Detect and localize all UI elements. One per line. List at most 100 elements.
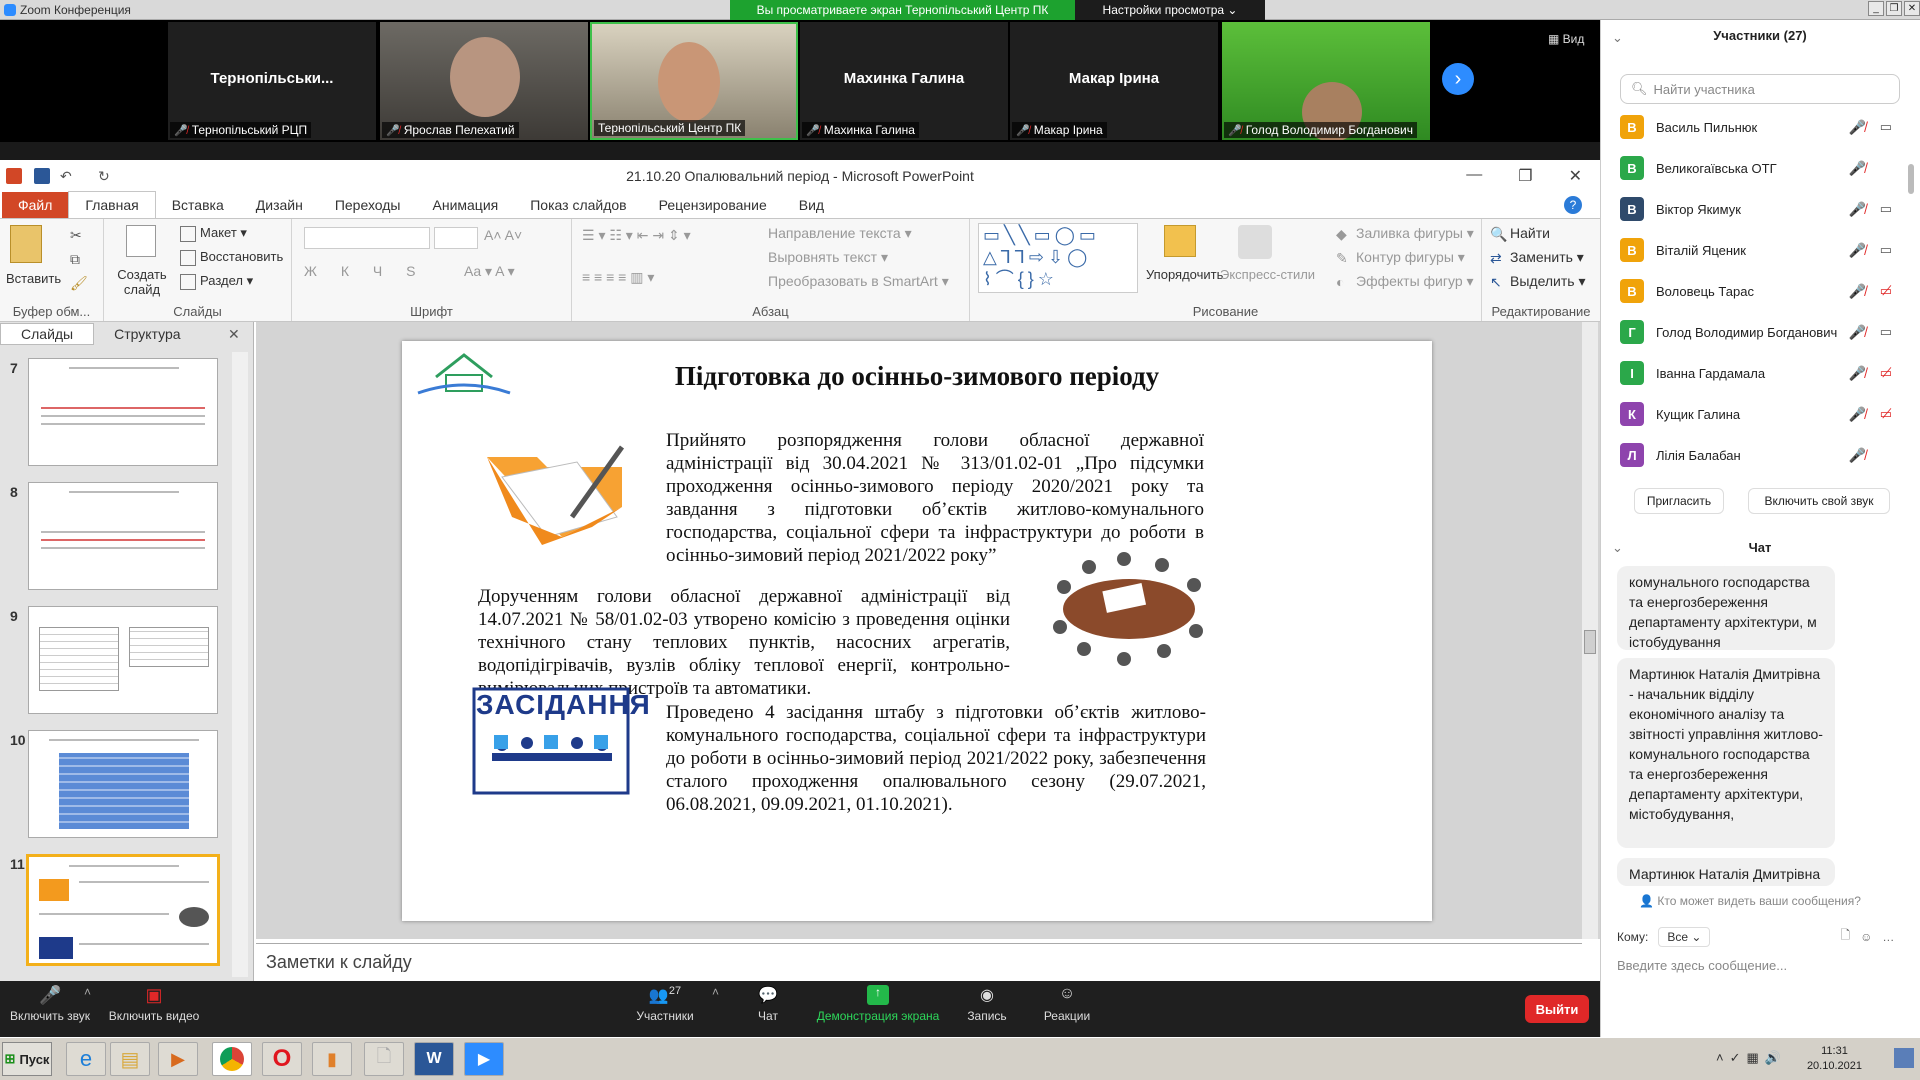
slide-thumbnail[interactable] — [28, 730, 218, 838]
participant-row[interactable]: Г Голод Володимир Богданович 🎤̸ ▭ — [1600, 312, 1918, 352]
word-icon[interactable]: W — [414, 1042, 454, 1076]
grow-font-icon[interactable]: A˄ A˅ — [484, 227, 522, 243]
tab-transitions[interactable]: Переходы — [319, 192, 417, 218]
restore-button[interactable]: ❐ — [1886, 1, 1902, 16]
font-style-buttons[interactable]: Ж К Ч S — [304, 263, 425, 279]
ie-icon[interactable]: e — [66, 1042, 106, 1076]
participant-row[interactable]: К Кущик Галина 🎤̸ ▭̸ — [1600, 394, 1918, 434]
shapes-gallery[interactable]: ▭╲╲▭◯▭ △⅂⅂⇨⇩◯ ⌇⌒{}☆ — [978, 223, 1138, 293]
unmute-me-button[interactable]: Включить свой звук — [1748, 488, 1890, 514]
opera-icon[interactable]: O — [262, 1042, 302, 1076]
more-icon[interactable]: … — [1882, 930, 1894, 944]
reset-button[interactable]: Восстановить — [180, 249, 283, 266]
show-desktop-icon[interactable] — [1894, 1048, 1914, 1068]
participants-chevron-icon[interactable]: ˄ — [712, 985, 719, 999]
layout-button[interactable]: Макет ▾ — [180, 225, 247, 242]
participant-row[interactable]: В Василь Пильнюк 🎤̸ ▭ — [1600, 107, 1918, 147]
video-tile[interactable]: 🎤̸ Голод Володимир Богданович — [1222, 22, 1430, 140]
help-icon[interactable]: ? — [1564, 196, 1582, 214]
cut-icon[interactable]: ✂ — [70, 227, 82, 244]
system-clock[interactable]: 11:31 20.10.2021 — [1807, 1044, 1862, 1074]
media-player-icon[interactable]: ▶ — [158, 1042, 198, 1076]
chat-message[interactable]: Мартинюк Наталія Дмитрівна — [1617, 858, 1835, 886]
slide-thumbnail[interactable] — [28, 606, 218, 714]
paste-button[interactable]: Вставить — [6, 271, 61, 286]
video-tile[interactable]: 🎤̸ Ярослав Пелехатий — [380, 22, 588, 140]
participant-row[interactable]: В Воловець Тарас 🎤̸ ▭̸ — [1600, 271, 1918, 311]
tab-outline[interactable]: Структура — [94, 324, 200, 344]
message-visibility-link[interactable]: 👤 Кто может видеть ваши сообщения? — [1600, 894, 1900, 908]
reactions-button[interactable]: ☺ Реакции — [1040, 985, 1094, 1023]
participants-button[interactable]: 👥27 Участники — [632, 985, 698, 1023]
tab-file[interactable]: Файл — [2, 192, 69, 218]
share-screen-button[interactable]: ↑ Демонстрация экрана — [816, 985, 940, 1023]
tab-slideshow[interactable]: Показ слайдов — [514, 192, 642, 218]
document-icon[interactable]: 🗋 — [364, 1042, 404, 1076]
app-icon[interactable]: ▮ — [312, 1042, 352, 1076]
close-panel-icon[interactable]: ✕ — [228, 326, 240, 343]
ppt-restore-button[interactable]: ❐ — [1518, 166, 1532, 186]
view-settings-menu[interactable]: Настройки просмотра ⌄ — [1075, 0, 1265, 20]
participant-row[interactable]: І Іванна Гардамала 🎤̸ ▭̸ — [1600, 353, 1918, 393]
slide-notes[interactable]: Заметки к слайду — [256, 943, 1582, 981]
minimize-button[interactable]: _ — [1868, 1, 1884, 16]
ppt-minimize-button[interactable]: — — [1466, 166, 1482, 186]
tab-slides[interactable]: Слайды — [0, 323, 95, 345]
thumbnails-scrollbar[interactable] — [232, 352, 248, 977]
new-slide-button[interactable]: Создать слайд — [114, 267, 170, 297]
participant-row[interactable]: Л Лілія Балабан 🎤̸ — [1600, 435, 1918, 475]
quick-styles-button[interactable]: Экспресс-стили — [1220, 267, 1315, 282]
explorer-icon[interactable]: ▤ — [110, 1042, 150, 1076]
slide-thumbnail-selected[interactable] — [26, 854, 220, 966]
participant-row[interactable]: В Великогаївська ОТГ 🎤̸ — [1600, 148, 1918, 188]
chrome-icon[interactable] — [212, 1042, 252, 1076]
view-button[interactable]: ▦ Вид — [1548, 32, 1584, 46]
collapse-chevron-icon[interactable]: ⌄ — [1612, 540, 1623, 556]
participant-row[interactable]: В Віталій Яценик 🎤̸ ▭ — [1600, 230, 1918, 270]
bullets-icon[interactable]: ☰ ▾ ☷ ▾ ⇤ ⇥ ⇕ ▾ — [582, 227, 691, 244]
font-family-select[interactable] — [304, 227, 430, 249]
align-icons[interactable]: ≡ ≡ ≡ ≡ ▥ ▾ — [582, 269, 654, 286]
chat-button[interactable]: 💬 Чат — [748, 985, 788, 1023]
font-size-select[interactable] — [434, 227, 478, 249]
slide-canvas[interactable]: Підготовка до осінньо-зимового періоду П… — [402, 341, 1432, 921]
tab-design[interactable]: Дизайн — [240, 192, 319, 218]
tab-animations[interactable]: Анимация — [417, 192, 515, 218]
zoom-icon[interactable]: ▶ — [464, 1042, 504, 1076]
slide-thumbnail[interactable] — [28, 482, 218, 590]
record-button[interactable]: ◉ Запись — [964, 985, 1010, 1023]
unmute-button[interactable]: 🎤 Включить звук — [8, 985, 92, 1023]
audio-options-chevron-icon[interactable]: ˄ — [84, 985, 91, 999]
copy-icon[interactable]: ⧉ — [70, 251, 80, 268]
find-button[interactable]: 🔍 Найти — [1490, 225, 1550, 242]
section-button[interactable]: Раздел ▾ — [180, 273, 253, 290]
next-page-arrow-icon[interactable]: › — [1442, 63, 1474, 95]
arrange-button[interactable]: Упорядочить — [1146, 267, 1223, 282]
video-tile[interactable]: Махинка Галина 🎤̸ Махинка Галина — [800, 22, 1008, 140]
format-painter-icon[interactable]: 🖌 — [70, 275, 88, 292]
chat-message[interactable]: Мартинюк Наталія Дмитрівна - начальник в… — [1617, 658, 1835, 848]
start-button[interactable]: ⊞ Пуск — [2, 1042, 52, 1076]
chat-message[interactable]: комунального господарства та енергозбере… — [1617, 566, 1835, 650]
change-case-icon[interactable]: Aa ▾ A ▾ — [464, 263, 515, 280]
video-tile[interactable]: Макар Ірина 🎤̸ Макар Ірина — [1010, 22, 1218, 140]
shape-outline-button[interactable]: ✎ Контур фигуры ▾ — [1336, 249, 1465, 266]
text-direction-button[interactable]: Направление текста ▾ — [768, 225, 912, 242]
replace-button[interactable]: ⇄ Заменить ▾ — [1490, 249, 1584, 266]
recipient-select[interactable]: Все ⌄ — [1658, 926, 1711, 947]
slide-title[interactable]: Підготовка до осінньо-зимового періоду — [402, 361, 1432, 392]
scroll-thumb[interactable] — [1584, 630, 1596, 654]
video-tile-active[interactable]: Тернопільський Центр ПК — [590, 22, 798, 140]
slide-paragraph-2[interactable]: Дорученням голови обласної державної адм… — [478, 585, 1010, 700]
participant-search-input[interactable]: 🔍︎ Найти участника — [1620, 74, 1900, 104]
invite-button[interactable]: Пригласить — [1634, 488, 1724, 514]
slide-paragraph-3[interactable]: Проведено 4 засідання штабу з підготовки… — [666, 701, 1206, 816]
emoji-icon[interactable]: ☺ — [1860, 930, 1872, 944]
close-button[interactable]: ✕ — [1904, 1, 1920, 16]
shape-effects-button[interactable]: ◐ Эффекты фигур ▾ — [1336, 273, 1474, 290]
file-icon[interactable]: 🗋 — [1840, 926, 1850, 947]
tab-home[interactable]: Главная — [68, 191, 156, 218]
convert-smartart-button[interactable]: Преобразовать в SmartArt ▾ — [768, 273, 949, 290]
align-text-button[interactable]: Выровнять текст ▾ — [768, 249, 888, 266]
tray-icons[interactable]: ˄✓▦🔊 — [1716, 1050, 1787, 1066]
